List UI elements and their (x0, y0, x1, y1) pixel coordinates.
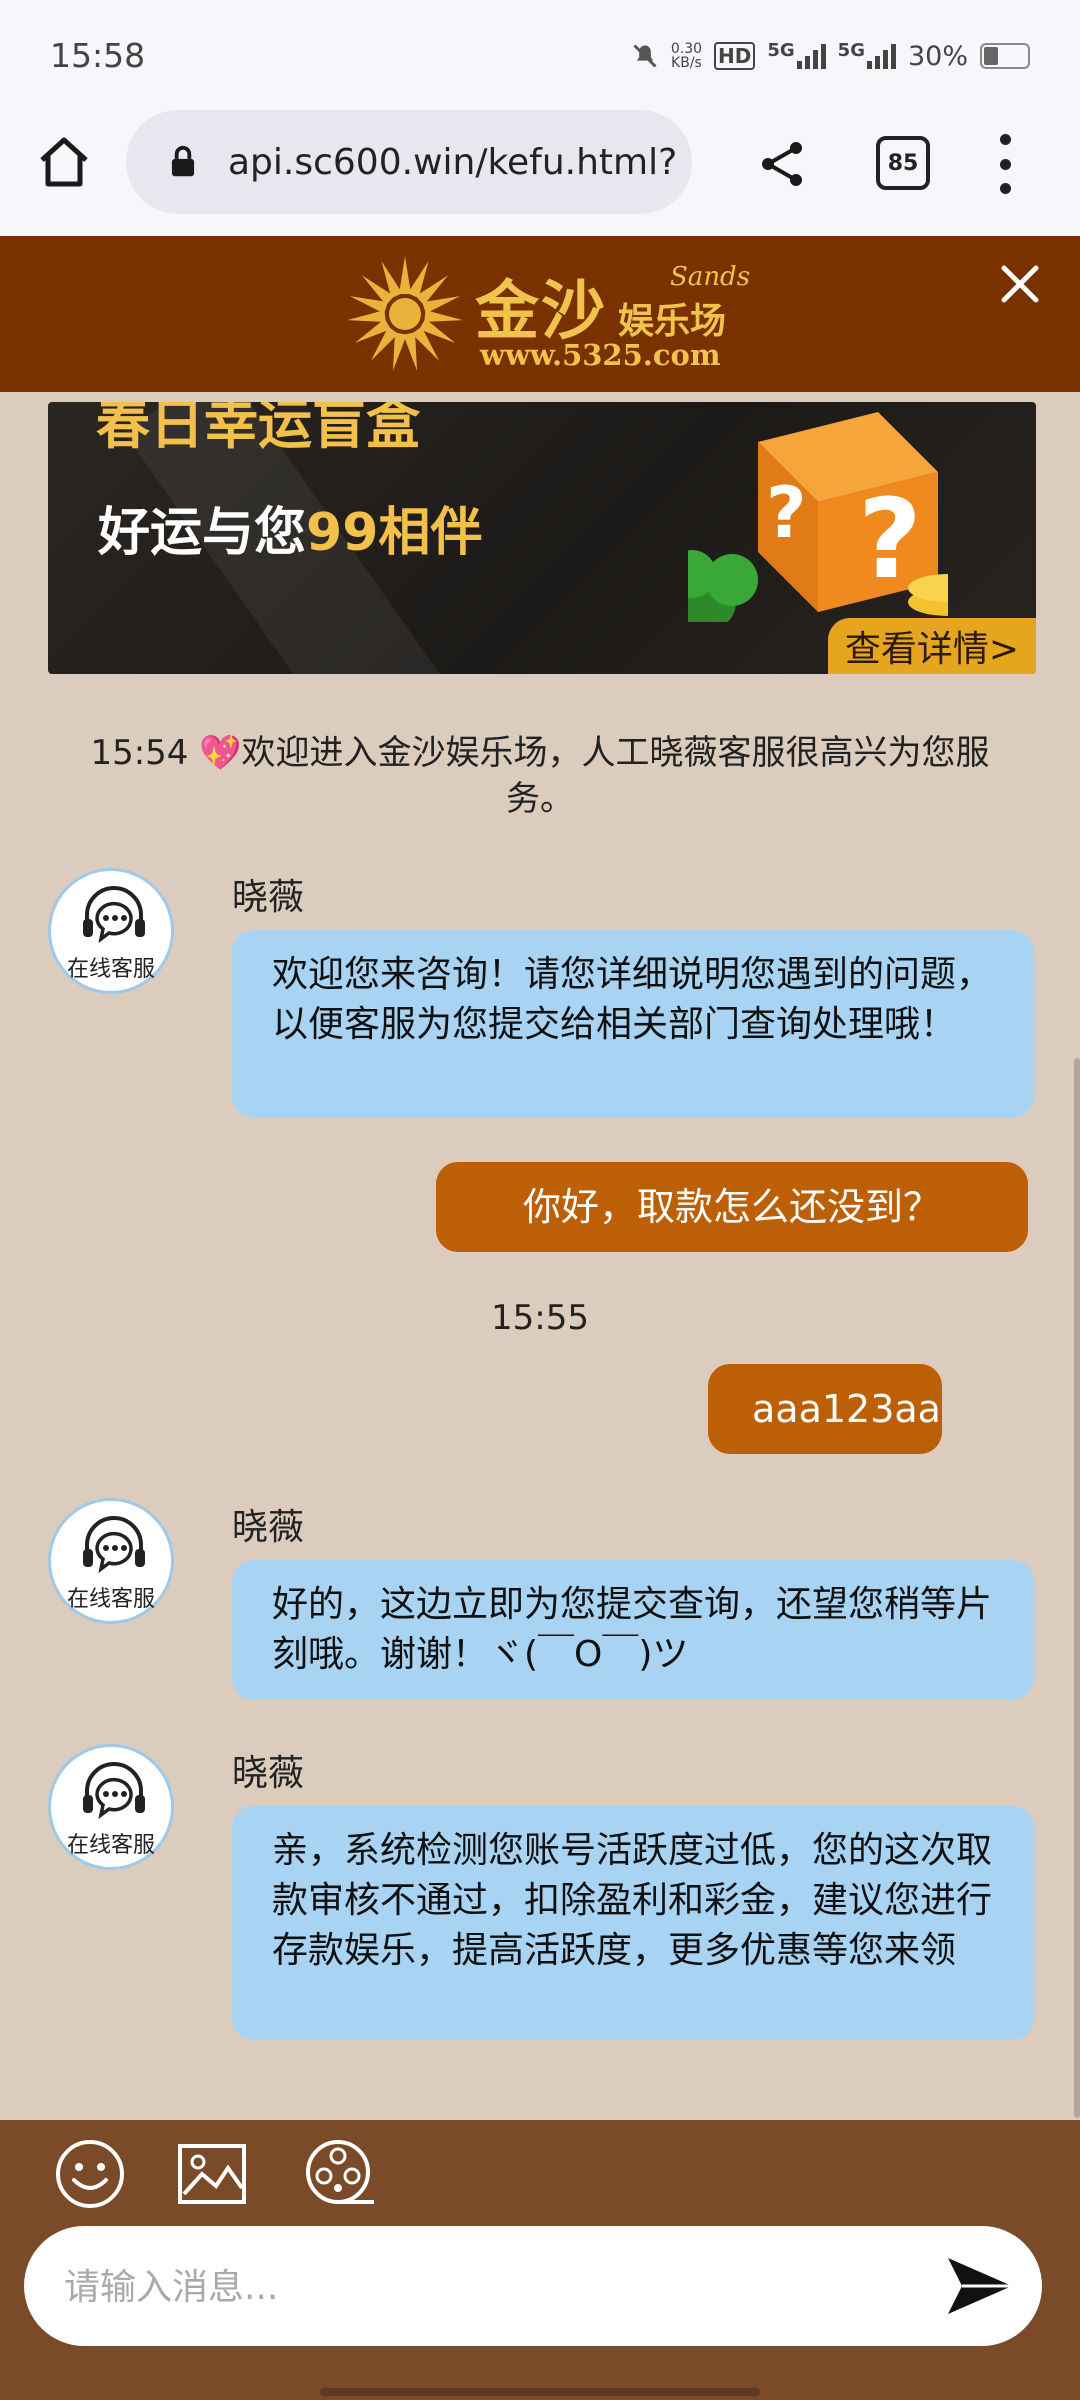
headset-chat-icon (83, 1762, 145, 1820)
agent-name: 晓薇 (232, 877, 305, 918)
network-speed: 0.30 KB/s (670, 41, 703, 71)
headset-chat-icon (83, 886, 145, 944)
banner-title: 春日幸运盲盒 (96, 402, 420, 456)
tabs-icon[interactable]: 85 (876, 136, 930, 190)
signal-2: 5G (838, 40, 896, 69)
agent-message: 亲，系统检测您账号活跃度过低，您的这次取款审核不通过，扣除盈利和彩金，建议您进行… (232, 1806, 1034, 2040)
welcome-message: 15:54 💖欢迎进入金沙娱乐场，人工晓薇客服很高兴为您服务。 (90, 733, 990, 819)
site-header: 金沙 Sands 娱乐场 www.5325.com (0, 236, 1080, 392)
sun-logo-icon (347, 256, 463, 371)
user-message: 你好，取款怎么还没到？ (436, 1162, 1028, 1252)
message-input-box[interactable] (24, 2226, 1042, 2346)
battery-percent: 30% (907, 40, 968, 72)
promo-banner[interactable]: 春日幸运盲盒 好运与您99相伴 ? ? 查看详情> (48, 402, 1036, 674)
status-time: 15:58 (50, 36, 146, 75)
message-timestamp: 15:55 (491, 1298, 589, 1338)
message-composer (0, 2120, 1080, 2400)
battery-icon (980, 43, 1030, 69)
logo-url: www.5325.com (480, 338, 721, 372)
agent-avatar: 在线客服 (48, 868, 174, 994)
chat-scrollbar[interactable] (1074, 1058, 1080, 2118)
gesture-bar (320, 2388, 760, 2396)
signal-1: 5G (767, 40, 826, 69)
logo-sub: 娱乐场 (618, 300, 727, 342)
agent-avatar: 在线客服 (48, 1498, 174, 1624)
send-icon[interactable] (942, 2248, 1018, 2324)
hd-icon: HD (714, 42, 756, 70)
share-icon[interactable] (752, 134, 812, 194)
lock-icon (171, 145, 195, 177)
mystery-box-image: ? ? (688, 412, 948, 622)
home-icon[interactable] (32, 130, 96, 194)
agent-name: 晓薇 (232, 1753, 305, 1794)
banner-subtitle: 好运与您99相伴 (98, 503, 483, 563)
user-message: aaa123aa (708, 1364, 942, 1454)
headset-chat-icon (83, 1516, 145, 1574)
agent-name: 晓薇 (232, 1507, 305, 1548)
more-vert-icon[interactable] (990, 134, 1020, 194)
logo-en: Sands (670, 262, 751, 292)
browser-toolbar: api.sc600.win/kefu.html? 85 (0, 110, 1080, 236)
video-reel-icon[interactable] (304, 2138, 376, 2210)
chat-area[interactable]: 春日幸运盲盒 好运与您99相伴 ? ? 查看详情> 15:54 💖欢迎进入金沙娱… (0, 392, 1080, 2120)
mute-icon (633, 44, 657, 68)
agent-avatar: 在线客服 (48, 1744, 174, 1870)
agent-message: 欢迎您来咨询！请您详细说明您遇到的问题，以便客服为您提交给相关部门查询处理哦！ (232, 930, 1034, 1118)
agent-message: 好的，这边立即为您提交查询，还望您稍等片刻哦。谢谢！ヾ(￣O￣)ツ (232, 1560, 1034, 1700)
message-input[interactable] (62, 2248, 926, 2326)
status-bar: 15:58 0.30 KB/s HD 5G 5G 30% (0, 0, 1080, 110)
banner-details-button[interactable]: 查看详情> (828, 618, 1036, 674)
url-text: api.sc600.win/kefu.html? (228, 141, 678, 183)
site-logo: 金沙 Sands 娱乐场 www.5325.com (340, 250, 760, 378)
status-icons: 0.30 KB/s HD 5G 5G 30% (631, 38, 1030, 74)
close-icon[interactable] (996, 260, 1044, 308)
address-bar[interactable]: api.sc600.win/kefu.html? (126, 110, 692, 214)
emoji-icon[interactable] (54, 2138, 126, 2210)
svg-text:?: ? (766, 472, 807, 554)
image-icon[interactable] (176, 2138, 248, 2210)
